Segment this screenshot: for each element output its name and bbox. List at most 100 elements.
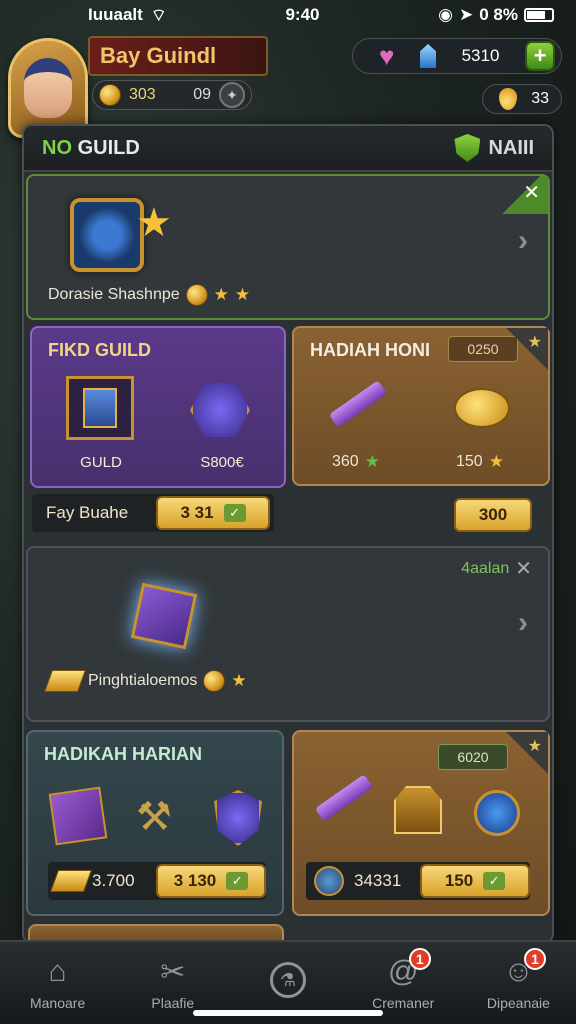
- shield-check-icon: [454, 134, 481, 162]
- star-icon: ★: [488, 452, 504, 471]
- find-guild-price-value: 3 31: [180, 503, 214, 522]
- battery-icon: [524, 8, 554, 22]
- star-icon: ★: [234, 285, 251, 304]
- gold-drop-icon: [499, 88, 517, 110]
- find-guild-card[interactable]: FIKD GUILD GULD S800€: [30, 326, 286, 488]
- panel-header: NO GUILD NAIII: [24, 126, 552, 172]
- potion-icon: ⚗: [268, 962, 308, 998]
- sword-icon: [314, 774, 374, 822]
- chest-icon: [394, 786, 442, 834]
- gold-count: 33: [531, 90, 549, 107]
- panel-header-right[interactable]: NAIII: [454, 134, 534, 162]
- amulet-count: 150: [456, 453, 483, 470]
- bundle-price-label: 34331: [354, 871, 402, 890]
- hadiah-honi-buy-button[interactable]: 300: [454, 498, 532, 532]
- notification-badge: 1: [408, 948, 431, 970]
- hadikah-harian-price-value: 3 130: [173, 871, 217, 890]
- notification-badge: 1: [524, 948, 547, 970]
- chevron-right-icon[interactable]: ›: [518, 224, 528, 258]
- panel-right-label: NAIII: [488, 136, 534, 159]
- find-guild-price-label: Fay Buahe: [46, 503, 129, 522]
- player-stat-pill: 303 09 ✦: [92, 80, 252, 110]
- hadiah-honi-title: HADIAH HONI: [310, 340, 430, 360]
- nav-label: Plaafie: [151, 995, 195, 1011]
- player-name-banner: Bay Guindl: [88, 36, 268, 76]
- nav-label: Cremaner: [372, 995, 435, 1011]
- location-icon: ➤: [459, 5, 474, 24]
- guild-panel: NO GUILD NAIII ✕ ★ › Dorasie Shashnpe ★ …: [22, 124, 554, 944]
- featured-card[interactable]: ✕ ★ › Dorasie Shashnpe ★ ★: [26, 174, 550, 320]
- panel-title: NO GUILD: [42, 137, 140, 160]
- nav-label: Manoare: [29, 995, 86, 1011]
- panel-title-text: GUILD: [77, 136, 140, 159]
- bundle-price-value: 150: [444, 871, 474, 890]
- rune-item-label: S800€: [200, 454, 244, 471]
- blue-gem-icon: [474, 790, 520, 836]
- wifi-icon: ⌔: [150, 5, 167, 25]
- close-icon[interactable]: ✕: [523, 180, 540, 205]
- bundle-tag: 6020: [438, 744, 508, 770]
- guild-emblem-icon: [66, 376, 134, 440]
- check-icon: ✓: [223, 504, 246, 522]
- sword-count: 360: [332, 453, 359, 470]
- crystal-cube-card[interactable]: 4aalan ✕ › Pinghtialoemos ★: [26, 546, 550, 722]
- star-icon: ★: [231, 671, 247, 690]
- shield-emblem-icon: [214, 790, 262, 846]
- crystal-cube-label: Pinghtialoemos: [88, 672, 198, 689]
- player-avatar[interactable]: [8, 38, 88, 138]
- crystal-cube-icon: [130, 582, 198, 650]
- home-icon: ⌂: [48, 955, 67, 988]
- hadikah-harian-title: HADIKAH HARIAN: [44, 744, 202, 764]
- guild-item-label: GULD: [80, 454, 122, 471]
- alarm-icon: ◉: [438, 5, 453, 24]
- nav-item-friends[interactable]: ☺ Dipeanaie 1: [461, 942, 576, 1024]
- battery-percent: 0 8%: [479, 5, 518, 24]
- orb-icon: [314, 866, 344, 896]
- find-guild-title: FIKD GUILD: [48, 340, 151, 360]
- close-icon[interactable]: ✕: [515, 556, 532, 581]
- nav-item-home[interactable]: ⌂ Manoare: [0, 942, 115, 1024]
- hadikah-harian-buy-button[interactable]: 3 130 ✓: [156, 864, 266, 898]
- chevron-right-icon[interactable]: ›: [518, 606, 528, 640]
- bottom-nav: ⌂ Manoare ✂ Plaafie ⚗ @ Cremaner 1 ☺ Dip…: [0, 940, 576, 1024]
- player-level: 09: [193, 86, 211, 103]
- player-header: Bay Guindl 303 09 ✦ ♥ 5310 + 33: [0, 28, 576, 138]
- clock: 9:40: [285, 5, 320, 24]
- gem-count: 5310: [461, 46, 500, 65]
- coin-icon: [99, 84, 121, 106]
- coin-icon: [185, 284, 208, 306]
- settings-gear-icon[interactable]: ✦: [219, 82, 245, 108]
- star-icon: ★: [364, 452, 380, 471]
- bundle-buy-button[interactable]: 150 ✓: [420, 864, 530, 898]
- rune-emblem-icon: [190, 380, 250, 440]
- purple-chest-icon: [48, 786, 108, 846]
- crystal-icon: [420, 44, 437, 68]
- player-name: Bay Guindl: [100, 43, 217, 68]
- gold-resource-pill: 33: [482, 84, 562, 114]
- status-bar: Iuuaalt ⌔ 9:40 ◉ ➤ 0 8%: [0, 0, 576, 30]
- check-icon: ✓: [483, 872, 506, 890]
- gem-resource-pill: ♥ 5310 +: [352, 38, 562, 74]
- hadikah-harian-price-label: 3.700: [92, 871, 135, 890]
- gem-emblem-icon: ★: [70, 198, 172, 272]
- star-corner: ★: [502, 328, 548, 374]
- gold-bar-icon: [49, 870, 93, 892]
- add-gems-button[interactable]: +: [525, 41, 555, 71]
- panel-title-prefix: NO: [42, 136, 72, 159]
- gold-bar-icon: [43, 670, 87, 692]
- tools-icon: ✂: [160, 955, 186, 989]
- star-corner: ★: [502, 732, 548, 778]
- home-indicator[interactable]: [193, 1010, 383, 1016]
- featured-card-label: Dorasie Shashnpe: [48, 286, 180, 303]
- coin-icon: [203, 670, 226, 692]
- star-icon: ★: [213, 285, 229, 304]
- find-guild-buy-button[interactable]: 3 31 ✓: [156, 496, 270, 530]
- hadiah-honi-button-label: 300: [478, 505, 508, 524]
- sword-icon: [328, 380, 388, 428]
- amulet-icon: [454, 388, 510, 428]
- hadiah-honi-card[interactable]: HADIAH HONI 0250 ★ 360 ★ 150 ★: [292, 326, 550, 486]
- heart-icon: ♥: [379, 40, 395, 71]
- check-icon: ✓: [226, 872, 249, 890]
- carrier-label: Iuuaalt: [88, 5, 143, 24]
- crystal-cube-corner-label: 4aalan: [461, 559, 510, 577]
